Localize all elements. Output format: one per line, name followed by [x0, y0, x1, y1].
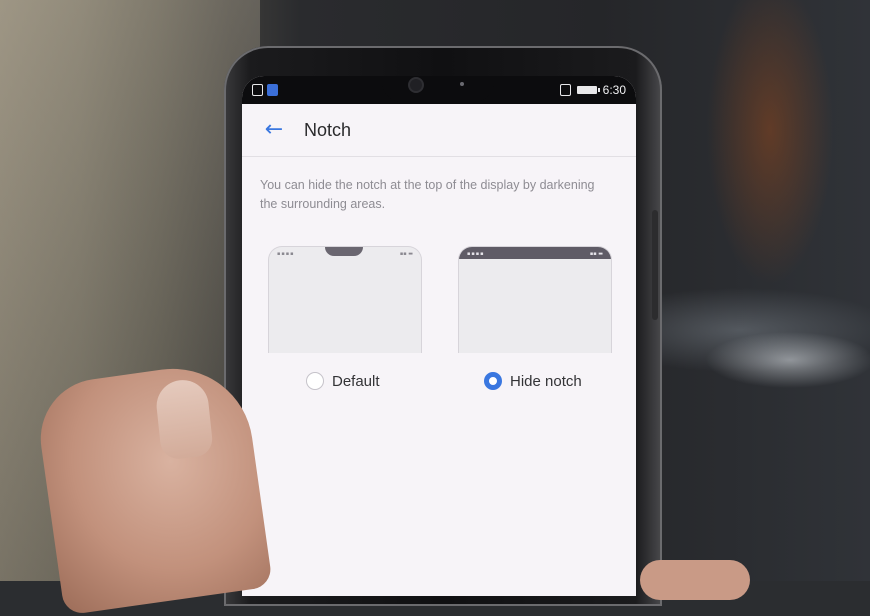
mini-status-bar-dark: ▪▪▪▪ ▪▪ ▬: [459, 247, 611, 259]
mini-notch: [325, 247, 363, 256]
mini-signal-icon: ▪▪▪▪: [467, 251, 485, 257]
nfc-icon: [559, 84, 571, 96]
default-preview[interactable]: ▪▪▪▪ ▪▪ ▬: [268, 246, 422, 353]
title-bar: ← Notch: [242, 104, 636, 157]
hand-fingertip: [640, 560, 750, 600]
option-hide-notch[interactable]: Hide notch: [484, 372, 582, 390]
option-hide-notch-label: Hide notch: [510, 372, 582, 390]
sim-icon: [252, 84, 263, 96]
phone-screen: 6:30 ← Notch You can hide the notch at t…: [242, 76, 636, 596]
option-default-label: Default: [332, 372, 380, 390]
description-text: You can hide the notch at the top of the…: [260, 178, 595, 211]
option-default[interactable]: Default: [306, 372, 380, 390]
default-radio[interactable]: [306, 372, 324, 390]
status-bar: 6:30: [242, 76, 636, 104]
mini-battery-icon: ▪▪ ▬: [589, 251, 603, 257]
mini-battery-icon: ▪▪ ▬: [399, 251, 413, 257]
notch: [382, 76, 494, 102]
status-right-icons: 6:30: [559, 83, 626, 97]
battery-icon: [576, 86, 600, 94]
proximity-sensor: [460, 82, 464, 86]
back-arrow-icon: ←: [264, 117, 284, 142]
back-button[interactable]: ←: [252, 108, 296, 152]
phone-side-button: [652, 210, 658, 320]
front-camera: [410, 79, 422, 91]
hide-notch-preview[interactable]: ▪▪▪▪ ▪▪ ▬: [458, 246, 612, 353]
status-time: 6:30: [602, 83, 626, 97]
hide-notch-radio[interactable]: [484, 372, 502, 390]
page-title: Notch: [304, 119, 352, 140]
notification-icon: [267, 84, 278, 96]
status-left-icons: [252, 84, 278, 96]
mini-signal-icon: ▪▪▪▪: [277, 251, 295, 257]
